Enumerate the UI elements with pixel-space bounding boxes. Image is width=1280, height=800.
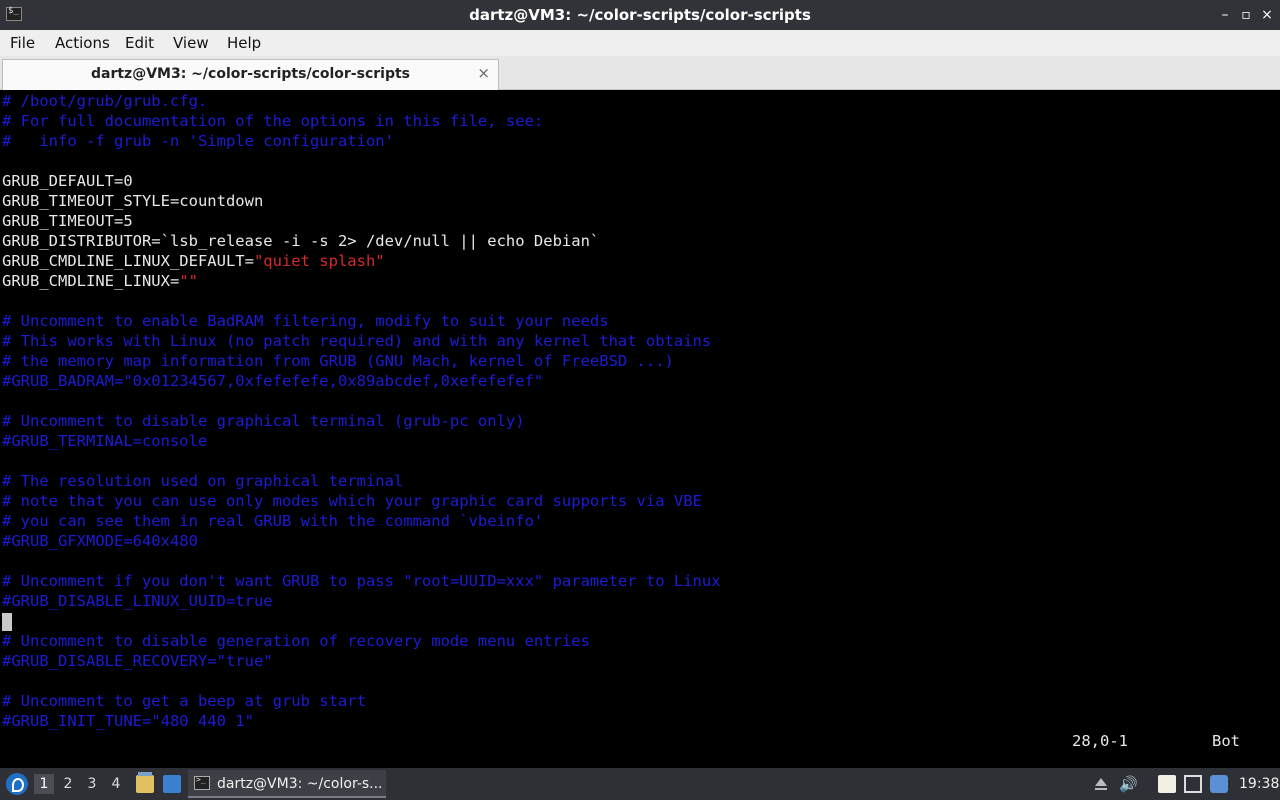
menu-edit[interactable]: Edit (125, 30, 154, 56)
tab-terminal[interactable]: dartz@VM3: ~/color-scripts/color-scripts… (2, 59, 499, 90)
clock[interactable]: 19:38 (1239, 768, 1279, 800)
terminal-line: # Uncomment to enable BadRAM filtering, … (2, 311, 609, 331)
terminal-line: #GRUB_TERMINAL=console (2, 431, 207, 451)
text-cursor (2, 613, 12, 631)
terminal-line: #GRUB_BADRAM="0x01234567,0xfefefefe,0x89… (2, 371, 543, 391)
terminal-line: #GRUB_INIT_TUNE="480 440 1" (2, 711, 254, 731)
window-titlebar: dartz@VM3: ~/color-scripts/color-scripts… (0, 0, 1280, 30)
terminal-view[interactable]: 28,0-1 Bot # /boot/grub/grub.cfg. # For f… (0, 90, 1280, 766)
start-menu-icon[interactable] (6, 773, 28, 795)
comment-text: # info -f grub -n 'Simple configuration' (2, 132, 394, 150)
config-string-value: "quiet splash" (253, 252, 385, 270)
taskbar-terminal-button[interactable]: dartz@VM3: ~/color-s... (188, 770, 386, 798)
menu-view[interactable]: View (173, 30, 209, 56)
taskbar-terminal-label: dartz@VM3: ~/color-s... (217, 776, 383, 792)
comment-text: # note that you can use only modes which… (2, 492, 702, 510)
taskbar: 1 2 3 4 dartz@VM3: ~/color-s... 🔊 19:38 (0, 768, 1280, 800)
terminal-line: # Uncomment to disable graphical termina… (2, 411, 525, 431)
menu-file[interactable]: File (10, 30, 35, 56)
comment-text: #GRUB_BADRAM="0x01234567,0xfefefefe,0x89… (2, 372, 544, 390)
comment-text: # Uncomment if you don't want GRUB to pa… (2, 572, 721, 590)
terminal-line: #GRUB_DISABLE_LINUX_UUID=true (2, 591, 273, 611)
terminal-line: GRUB_DISTRIBUTOR=`lsb_release -i -s 2> /… (2, 231, 599, 251)
terminal-line: GRUB_CMDLINE_LINUX_DEFAULT="quiet splash… (2, 251, 385, 271)
terminal-icon (194, 775, 210, 790)
config-string-value: "" (179, 272, 198, 290)
comment-text: # For full documentation of the options … (2, 112, 544, 130)
config-line: GRUB_TIMEOUT=5 (2, 212, 133, 230)
workspace-3[interactable]: 3 (82, 774, 102, 794)
cursor-position: 28,0-1 (1072, 732, 1128, 750)
workspace-1[interactable]: 1 (34, 774, 54, 794)
menu-bar: File Actions Edit View Help (0, 30, 1280, 56)
menu-actions[interactable]: Actions (55, 30, 110, 56)
maximize-button[interactable]: ▫ (1237, 6, 1255, 24)
terminal-line: # Uncomment to get a beep at grub start (2, 691, 366, 711)
tray-arrow-icon[interactable] (1092, 775, 1110, 793)
comment-text: # Uncomment to disable graphical termina… (2, 412, 525, 430)
terminal-line: # note that you can use only modes which… (2, 491, 702, 511)
file-manager-icon[interactable] (136, 772, 154, 793)
config-line: GRUB_TIMEOUT_STYLE=countdown (2, 192, 264, 210)
config-key: GRUB_CMDLINE_LINUX_DEFAULT= (2, 252, 254, 270)
workspace-4[interactable]: 4 (106, 774, 126, 794)
terminal-line: GRUB_TIMEOUT=5 (2, 211, 133, 231)
comment-text: #GRUB_INIT_TUNE="480 440 1" (2, 712, 254, 730)
comment-text: # Uncomment to disable generation of rec… (2, 632, 590, 650)
comment-text: #GRUB_DISABLE_LINUX_UUID=true (2, 592, 273, 610)
terminal-line: # the memory map information from GRUB (… (2, 351, 674, 371)
comment-text: # Uncomment to enable BadRAM filtering, … (2, 312, 609, 330)
tab-close-icon[interactable]: × (477, 60, 490, 86)
show-desktop-icon[interactable] (163, 775, 181, 793)
config-line: GRUB_DEFAULT=0 (2, 172, 133, 190)
terminal-line: #GRUB_DISABLE_RECOVERY="true" (2, 651, 273, 671)
comment-text: # This works with Linux (no patch requir… (2, 332, 712, 350)
terminal-line: # info -f grub -n 'Simple configuration' (2, 131, 394, 151)
comment-text: # The resolution used on graphical termi… (2, 472, 404, 490)
terminal-line: GRUB_TIMEOUT_STYLE=countdown (2, 191, 263, 211)
comment-text: # you can see them in real GRUB with the… (2, 512, 544, 530)
close-button[interactable]: × (1258, 6, 1276, 24)
comment-text: #GRUB_DISABLE_RECOVERY="true" (2, 652, 273, 670)
tab-label: dartz@VM3: ~/color-scripts/color-scripts (90, 66, 410, 82)
workspace-2[interactable]: 2 (58, 774, 78, 794)
minimize-button[interactable]: – (1216, 6, 1234, 24)
terminal-line: # Uncomment to disable generation of rec… (2, 631, 590, 651)
volume-icon[interactable]: 🔊 (1119, 775, 1138, 793)
comment-text: #GRUB_GFXMODE=640x480 (2, 532, 198, 550)
terminal-line: # This works with Linux (no patch requir… (2, 331, 711, 351)
terminal-line: # /boot/grub/grub.cfg. (2, 91, 207, 111)
terminal-line: # Uncomment if you don't want GRUB to pa… (2, 571, 721, 591)
terminal-line: # The resolution used on graphical termi… (2, 471, 403, 491)
terminal-line: GRUB_CMDLINE_LINUX="" (2, 271, 198, 291)
tab-bar: dartz@VM3: ~/color-scripts/color-scripts… (0, 56, 1280, 90)
comment-text: #GRUB_TERMINAL=console (2, 432, 208, 450)
comment-text: # /boot/grub/grub.cfg. (2, 92, 208, 110)
config-key: GRUB_CMDLINE_LINUX= (2, 272, 180, 290)
terminal-line: # you can see them in real GRUB with the… (2, 511, 543, 531)
window-title: dartz@VM3: ~/color-scripts/color-scripts (469, 6, 811, 24)
menu-help[interactable]: Help (227, 30, 261, 56)
terminal-line: GRUB_DEFAULT=0 (2, 171, 133, 191)
comment-text: # the memory map information from GRUB (… (2, 352, 674, 370)
terminal-line: #GRUB_GFXMODE=640x480 (2, 531, 198, 551)
terminal-line: # For full documentation of the options … (2, 111, 543, 131)
config-line: GRUB_DISTRIBUTOR=`lsb_release -i -s 2> /… (2, 232, 600, 250)
updates-icon[interactable] (1210, 775, 1228, 793)
clipboard-icon[interactable] (1158, 775, 1176, 793)
scroll-position: Bot (1212, 732, 1240, 750)
network-icon[interactable] (1184, 775, 1202, 793)
comment-text: # Uncomment to get a beep at grub start (2, 692, 366, 710)
